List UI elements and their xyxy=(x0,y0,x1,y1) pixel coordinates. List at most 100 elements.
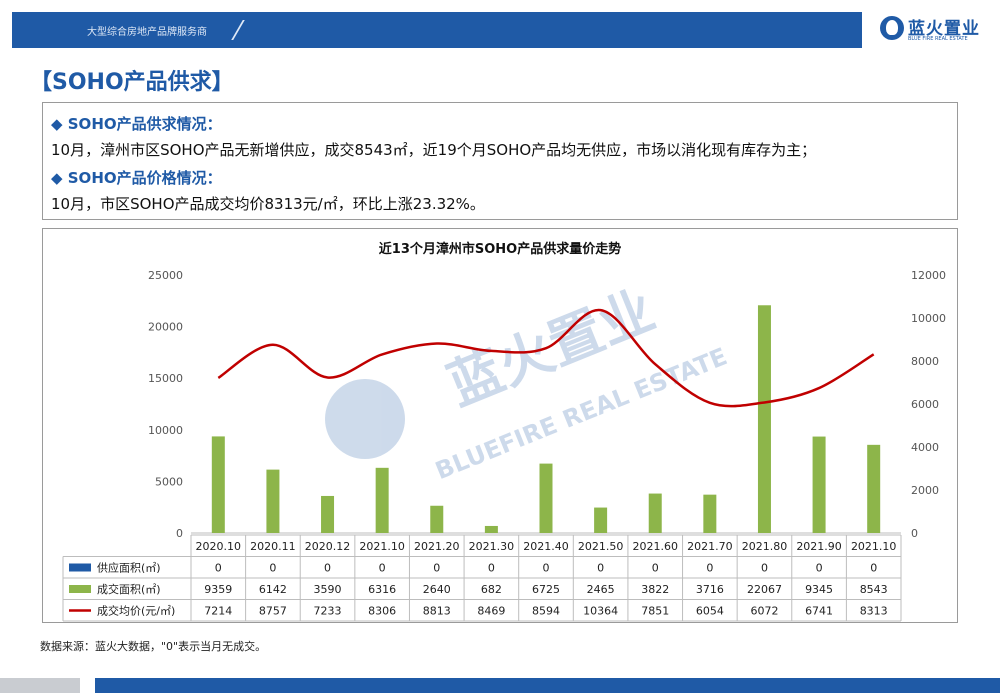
data-label: 0 xyxy=(488,562,495,575)
x-tick-label: 2021.20 xyxy=(414,540,460,553)
x-tick-label: 2021.50 xyxy=(578,540,624,553)
data-label: 3590 xyxy=(314,583,342,596)
data-label: 3716 xyxy=(696,583,724,596)
data-label: 9359 xyxy=(204,583,232,596)
data-label: 8813 xyxy=(423,605,451,618)
x-tick-label: 2021.80 xyxy=(742,540,788,553)
y-left-tick-label: 15000 xyxy=(148,372,183,385)
data-label: 0 xyxy=(816,562,823,575)
x-tick-label: 2021.10 xyxy=(359,540,405,553)
x-tick-label: 2021.70 xyxy=(687,540,733,553)
data-label: 22067 xyxy=(747,583,782,596)
bar-mark xyxy=(211,436,225,533)
data-label: 2640 xyxy=(423,583,451,596)
data-label: 8757 xyxy=(259,605,287,618)
y-right-tick-label: 6000 xyxy=(911,398,939,411)
x-tick-label: 2020.11 xyxy=(250,540,296,553)
data-label: 6741 xyxy=(805,605,833,618)
data-label: 6054 xyxy=(696,605,724,618)
data-label: 2465 xyxy=(587,583,615,596)
bar-mark xyxy=(594,507,608,533)
bar-mark xyxy=(266,469,280,533)
bar-mark xyxy=(757,305,771,533)
combo-chart: 蓝火置业 BLUEFIRE REAL ESTATE 近13个月漳州市SOHO产品… xyxy=(62,241,946,622)
y-right-tick-label: 8000 xyxy=(911,355,939,368)
brand-logo: 蓝火置业 BLUE FIRE REAL ESTATE xyxy=(870,12,1000,48)
x-tick-label: 2021.30 xyxy=(469,540,515,553)
y-left-tick-label: 0 xyxy=(176,527,183,540)
y-right-tick-label: 12000 xyxy=(911,269,946,282)
bar-mark xyxy=(867,444,881,533)
y-right-tick-label: 0 xyxy=(911,527,918,540)
summary-box: ◆ SOHO产品供求情况： 10月，漳州市区SOHO产品无新增供应，成交8543… xyxy=(42,102,958,220)
legend-label: 成交均价(元/㎡) xyxy=(97,604,175,618)
data-label: 0 xyxy=(761,562,768,575)
footer-bar xyxy=(95,678,1000,693)
y-left-tick-label: 10000 xyxy=(148,424,183,437)
bar-mark xyxy=(648,493,662,533)
data-label: 0 xyxy=(706,562,713,575)
data-label: 3822 xyxy=(641,583,669,596)
data-label: 6072 xyxy=(750,605,778,618)
data-label: 6725 xyxy=(532,583,560,596)
bar-mark xyxy=(539,463,553,533)
watermark-flame-icon xyxy=(325,379,405,459)
x-tick-label: 2021.90 xyxy=(796,540,842,553)
data-label: 682 xyxy=(481,583,502,596)
bar-mark xyxy=(703,494,717,533)
price-heading: ◆ SOHO产品价格情况： xyxy=(51,169,222,187)
data-label: 7851 xyxy=(641,605,669,618)
y-right-tick-label: 2000 xyxy=(911,484,939,497)
x-tick-label: 2020.12 xyxy=(305,540,351,553)
top-banner: 大型综合房地产品牌服务商 xyxy=(12,12,862,48)
data-label: 9345 xyxy=(805,583,833,596)
data-label: 0 xyxy=(215,562,222,575)
y-right-tick-label: 10000 xyxy=(911,312,946,325)
bar-mark xyxy=(321,495,335,533)
supply-heading: ◆ SOHO产品供求情况： xyxy=(51,115,222,133)
page-title: 【SOHO产品供求】 xyxy=(30,70,234,95)
data-label: 7233 xyxy=(314,605,342,618)
bar-mark xyxy=(430,505,444,533)
data-label: 7214 xyxy=(204,605,232,618)
bar-mark xyxy=(375,467,389,533)
y-left-tick-label: 25000 xyxy=(148,269,183,282)
header-divider xyxy=(231,20,245,40)
data-label: 0 xyxy=(652,562,659,575)
legend-label: 供应面积(㎡) xyxy=(97,561,161,575)
data-label: 8313 xyxy=(860,605,888,618)
x-tick-label: 2021.60 xyxy=(632,540,678,553)
data-label: 0 xyxy=(324,562,331,575)
data-label: 0 xyxy=(379,562,386,575)
y-right-tick-label: 4000 xyxy=(911,441,939,454)
data-label: 0 xyxy=(597,562,604,575)
legend-label: 成交面积(㎡) xyxy=(97,582,161,596)
legend-swatch xyxy=(69,563,91,572)
flame-logo-icon xyxy=(880,16,904,40)
brand-name-en: BLUE FIRE REAL ESTATE xyxy=(908,36,968,42)
data-label: 0 xyxy=(870,562,877,575)
supply-text: 10月，漳州市区SOHO产品无新增供应，成交8543㎡，近19个月SOHO产品均… xyxy=(51,141,817,159)
x-tick-label: 2021.10 xyxy=(851,540,897,553)
chart-panel: 蓝火置业 BLUEFIRE REAL ESTATE 近13个月漳州市SOHO产品… xyxy=(42,228,958,623)
data-label: 6316 xyxy=(368,583,396,596)
price-text: 10月，市区SOHO产品成交均价8313元/㎡，环比上涨23.32%。 xyxy=(51,195,485,213)
data-label: 6142 xyxy=(259,583,287,596)
data-label: 0 xyxy=(433,562,440,575)
data-label: 0 xyxy=(269,562,276,575)
x-tick-label: 2020.10 xyxy=(196,540,242,553)
legend-swatch xyxy=(69,585,91,593)
watermark: 蓝火置业 BLUEFIRE REAL ESTATE xyxy=(325,278,731,485)
bar-mark xyxy=(812,436,826,533)
data-label: 0 xyxy=(543,562,550,575)
y-left-tick-label: 20000 xyxy=(148,321,183,334)
data-label: 10364 xyxy=(583,605,618,618)
bar-mark xyxy=(484,525,498,533)
data-label: 8543 xyxy=(860,583,888,596)
data-label: 8594 xyxy=(532,605,560,618)
data-label: 8306 xyxy=(368,605,396,618)
chart-title: 近13个月漳州市SOHO产品供求量价走势 xyxy=(379,241,621,257)
data-label: 8469 xyxy=(477,605,505,618)
x-tick-label: 2021.40 xyxy=(523,540,569,553)
footnote: 数据来源：蓝火大数据，"0"表示当月无成交。 xyxy=(40,640,267,653)
